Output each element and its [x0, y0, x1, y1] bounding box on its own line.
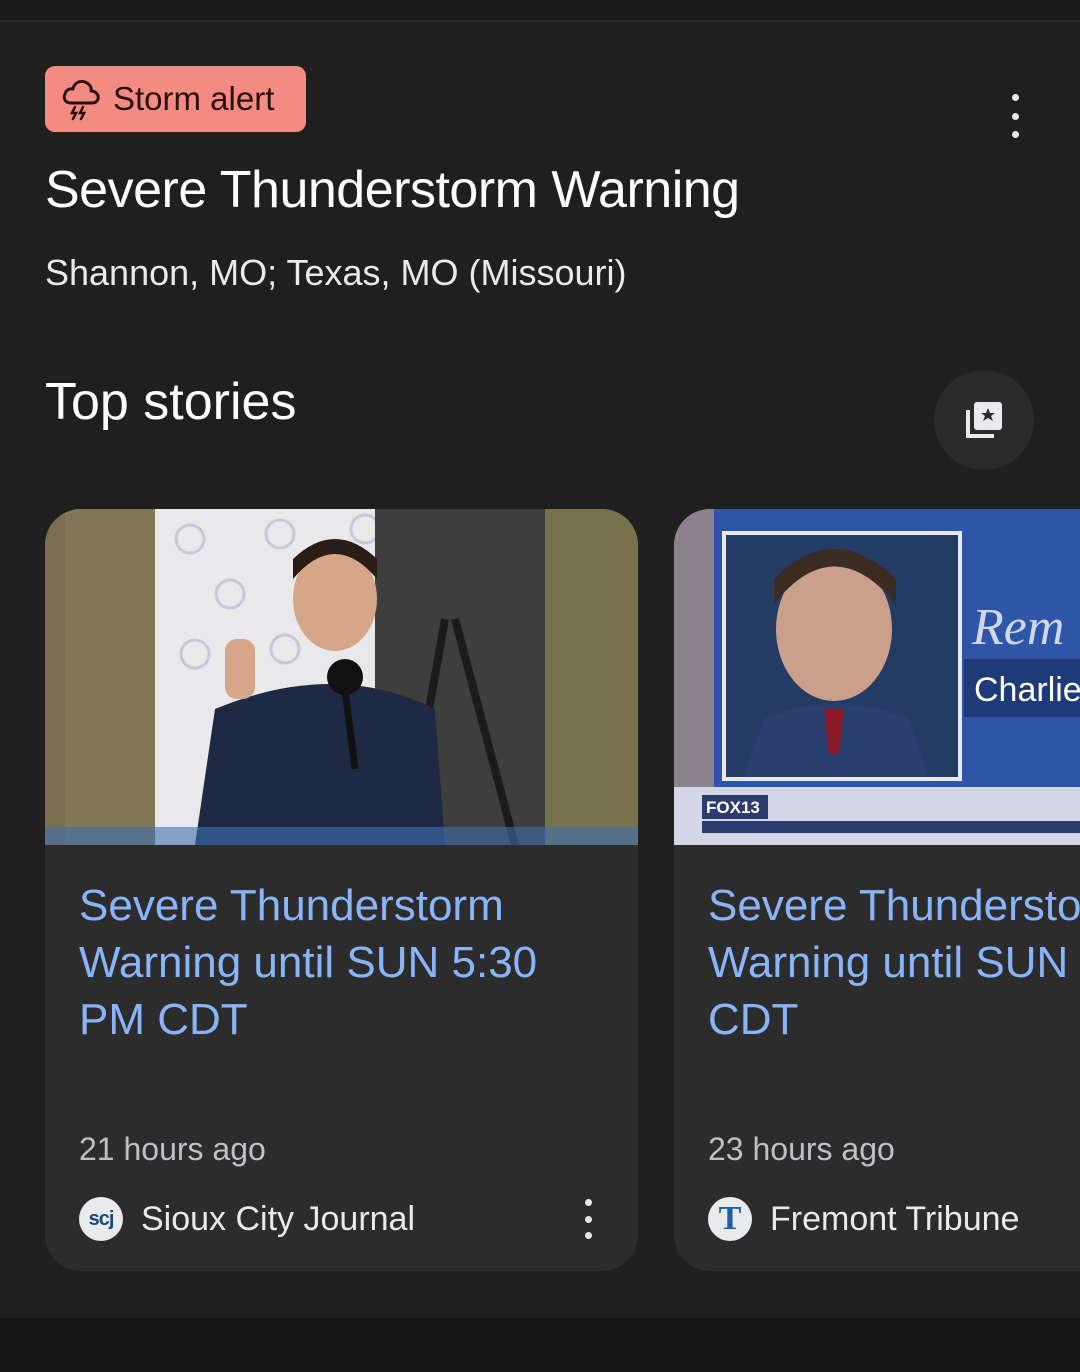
stories-library-icon — [966, 402, 1002, 438]
storm-alert-label: Storm alert — [113, 80, 275, 117]
sioux-city-journal-logo-icon: scj — [79, 1197, 123, 1241]
top-stories-heading: Top stories — [45, 373, 297, 431]
story-time-2: 23 hours ago — [708, 1131, 895, 1167]
fox13-badge: FOX13 — [706, 798, 760, 817]
storm-cloud-icon — [62, 79, 100, 121]
story-time-1: 21 hours ago — [79, 1131, 266, 1167]
alert-title: Severe Thunderstorm Warning — [45, 161, 740, 219]
story-source-2: T Fremont Tribune — [708, 1195, 1019, 1243]
storm-alert-chip[interactable]: Storm alert — [45, 66, 306, 132]
alert-location: Shannon, MO; Texas, MO (Missouri) — [45, 252, 627, 293]
story-image-overlay-text: Charlie — [974, 671, 1080, 709]
story-headline-1[interactable]: Severe Thunderstorm Warning until SUN 5:… — [79, 877, 579, 1048]
story-more-options-icon[interactable] — [578, 1199, 598, 1239]
stories-library-button[interactable] — [934, 370, 1034, 470]
svg-text:Rem: Rem — [971, 599, 1064, 656]
story-headline-2[interactable]: Severe Thunderstorm Warning until SUN 5:… — [708, 877, 1080, 1048]
story-source-1: scj Sioux City Journal — [79, 1195, 415, 1243]
story-image-2: Charlie Rem FOX13 — [674, 509, 1080, 845]
story-source-name-1: Sioux City Journal — [141, 1199, 416, 1238]
top-divider — [0, 0, 1080, 22]
story-card-1[interactable]: Severe Thunderstorm Warning until SUN 5:… — [45, 509, 638, 1271]
story-image-1 — [45, 509, 638, 845]
story-card-2[interactable]: Charlie Rem FOX13 Severe Thunderstorm Wa… — [674, 509, 1080, 1271]
alert-more-options-icon[interactable] — [1000, 94, 1030, 138]
fremont-tribune-logo-icon: T — [708, 1197, 752, 1241]
bottom-band — [0, 1318, 1080, 1372]
story-source-name-2: Fremont Tribune — [770, 1199, 1020, 1238]
